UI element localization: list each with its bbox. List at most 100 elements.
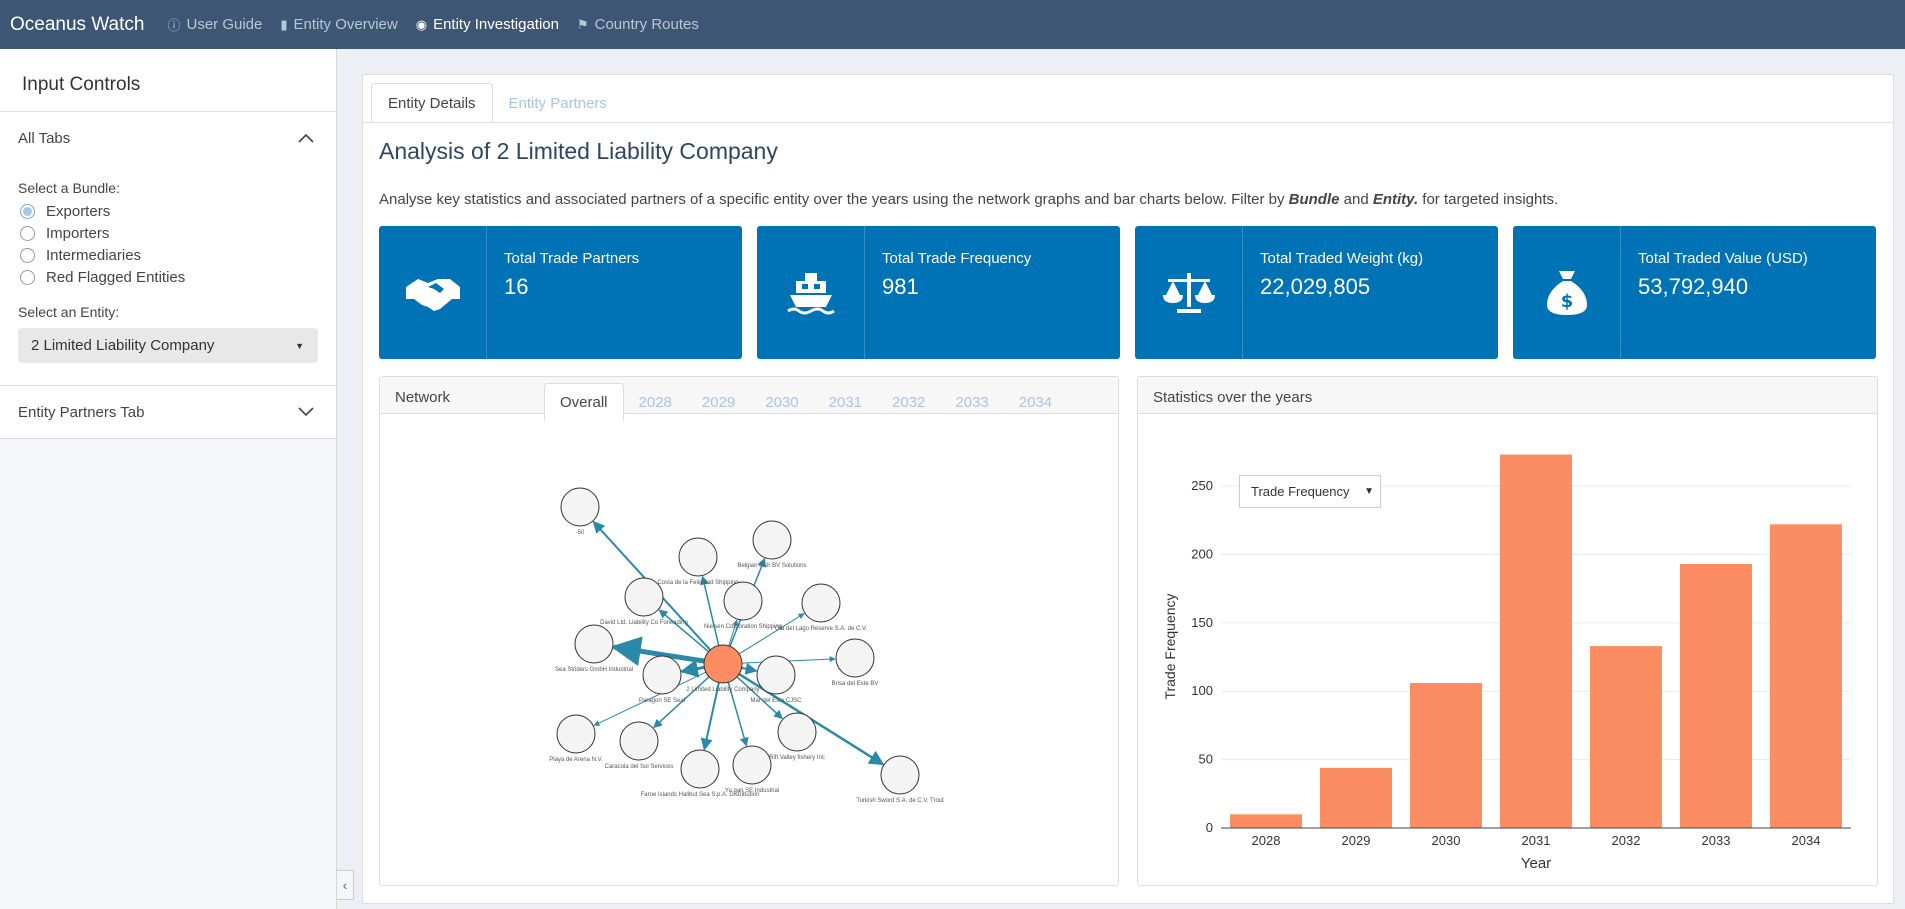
- info-circle-icon: ⓘ: [167, 18, 181, 33]
- nav-label: Entity Investigation: [433, 16, 559, 33]
- network-node[interactable]: [560, 487, 600, 527]
- network-node[interactable]: [801, 583, 841, 623]
- network-node[interactable]: [574, 624, 614, 664]
- card-trade-partners: Total Trade Partners 16: [379, 226, 742, 359]
- year-tab-2028[interactable]: 2028: [624, 383, 687, 421]
- x-axis-title: Year: [1521, 855, 1551, 872]
- year-tab-2030[interactable]: 2030: [750, 383, 813, 421]
- accordion-entity-partners-header[interactable]: Entity Partners Tab: [0, 386, 336, 438]
- radio-exporters[interactable]: Exporters: [18, 200, 318, 222]
- bar[interactable]: [1320, 767, 1392, 828]
- radio-importers[interactable]: Importers: [18, 222, 318, 244]
- network-node[interactable]: [619, 721, 659, 761]
- year-tabs: Overall 2028 2029 2030 2031 2032 2033 2034: [544, 383, 1067, 421]
- year-tab-overall[interactable]: Overall: [544, 383, 624, 421]
- bar[interactable]: [1590, 646, 1662, 828]
- network-node[interactable]: [723, 581, 763, 621]
- sidebar-collapse-button[interactable]: ‹: [337, 870, 354, 900]
- main-tabs: Entity Details Entity Partners: [371, 83, 623, 123]
- network-node-label: Paragon SE Seal: [639, 698, 685, 704]
- x-tick-label: 2034: [1792, 833, 1821, 848]
- card-value: 16: [504, 274, 529, 299]
- year-tab-2031[interactable]: 2031: [814, 383, 877, 421]
- main-panel: Entity Details Entity Partners Analysis …: [362, 74, 1894, 904]
- bar[interactable]: [1500, 454, 1572, 828]
- year-tab-2029[interactable]: 2029: [687, 383, 750, 421]
- chevron-down-icon: [298, 407, 314, 417]
- network-node[interactable]: [880, 755, 920, 795]
- radio-label: Importers: [46, 224, 110, 242]
- nav-country-routes[interactable]: ⚑ Country Routes: [568, 0, 708, 49]
- accordion-label: All Tabs: [18, 129, 71, 147]
- network-edge: [741, 662, 758, 675]
- entity-label: Select an Entity:: [18, 304, 120, 320]
- bar[interactable]: [1770, 524, 1842, 828]
- accordion-all-tabs: All Tabs Select a Bundle: Exporters Impo…: [0, 112, 336, 386]
- network-node[interactable]: [756, 655, 796, 695]
- radio-button[interactable]: [20, 247, 35, 263]
- network-graph[interactable]: -50 Costa de la Felicidad Shipping Belgian…: [380, 414, 1118, 884]
- year-tab-2034[interactable]: 2034: [1004, 383, 1067, 421]
- y-tick-label: 100: [1191, 683, 1213, 698]
- radio-button[interactable]: [20, 269, 35, 285]
- network-node-label: Turkish Sword S.A. de C.V. Trout: [856, 798, 944, 804]
- bar[interactable]: [1230, 814, 1302, 828]
- bar[interactable]: [1410, 683, 1482, 828]
- card-title: Total Trade Frequency: [882, 250, 1032, 267]
- nav-entity-overview[interactable]: ▮ Entity Overview: [271, 0, 406, 49]
- network-edge: [679, 659, 705, 678]
- network-node[interactable]: [835, 638, 875, 678]
- network-node[interactable]: [732, 745, 772, 785]
- card-title: Total Trade Partners: [504, 250, 640, 267]
- radio-intermediaries[interactable]: Intermediaries: [18, 244, 318, 266]
- radio-label: Red Flagged Entities: [46, 268, 186, 286]
- network-node[interactable]: [624, 577, 664, 617]
- tab-entity-details[interactable]: Entity Details: [371, 83, 493, 123]
- brand-title[interactable]: Oceanus Watch: [0, 14, 158, 36]
- network-node[interactable]: [752, 520, 792, 560]
- ship-icon: [757, 226, 865, 359]
- page-title: Analysis of 2 Limited Liability Company: [379, 138, 778, 164]
- balance-scale-icon: [1135, 226, 1243, 359]
- tab-entity-partners[interactable]: Entity Partners: [493, 83, 623, 123]
- caret-down-icon: ▼: [295, 340, 304, 351]
- accordion-label: Entity Partners Tab: [18, 403, 145, 421]
- metric-dropdown[interactable]: Trade Frequency ▼: [1239, 475, 1381, 508]
- accordion-entity-partners: Entity Partners Tab: [0, 386, 336, 439]
- card-traded-value: $ Total Traded Value (USD) 53,792,940: [1513, 226, 1876, 359]
- entity-select[interactable]: 2 Limited Liability Company ▼: [18, 328, 318, 363]
- y-tick-label: 0: [1206, 820, 1213, 835]
- x-tick-label: 2030: [1432, 833, 1461, 848]
- network-edge: [700, 575, 720, 646]
- accordion-all-tabs-header[interactable]: All Tabs: [0, 112, 336, 164]
- card-value: 981: [882, 274, 919, 299]
- nav-user-guide[interactable]: ⓘ User Guide: [158, 0, 271, 49]
- bar[interactable]: [1680, 564, 1752, 828]
- nav-entity-investigation[interactable]: ◉ Entity Investigation: [407, 0, 568, 49]
- year-tab-2033[interactable]: 2033: [940, 383, 1003, 421]
- radio-red-flagged[interactable]: Red Flagged Entities: [18, 266, 318, 288]
- year-tab-2032[interactable]: 2032: [877, 383, 940, 421]
- network-node[interactable]: [556, 714, 596, 754]
- network-box: Network Overall 2028 2029 2030 2031 2032 2033 2…: [379, 376, 1119, 886]
- network-node[interactable]: [777, 712, 817, 752]
- network-node-label: Caracola del Sol Services: [605, 764, 674, 770]
- network-node-label: Nielsen Corporation Shipping: [704, 624, 782, 630]
- radio-label: Intermediaries: [46, 246, 142, 264]
- network-node[interactable]: [680, 749, 720, 789]
- metric-dropdown-value: Trade Frequency: [1251, 484, 1350, 499]
- eye-icon: ◉: [415, 16, 428, 32]
- page-description: Analyse key statistics and associated pa…: [379, 191, 1558, 208]
- sidebar: Input Controls All Tabs Select a Bundle:…: [0, 49, 337, 909]
- network-node[interactable]: [642, 655, 682, 695]
- network-center-node[interactable]: [703, 644, 743, 684]
- desc-bundle: Bundle: [1288, 191, 1340, 208]
- network-node-label: Rift Valley fishery Inc: [769, 755, 825, 761]
- y-tick-label: 50: [1199, 752, 1213, 767]
- x-tick-label: 2033: [1702, 833, 1731, 848]
- stats-box: Statistics over the years 0 50 100 150 200 25…: [1137, 376, 1878, 886]
- radio-button[interactable]: [20, 203, 35, 219]
- network-node-label: Playa de Arena N.V.: [549, 757, 603, 763]
- radio-button[interactable]: [20, 225, 35, 241]
- network-node[interactable]: [678, 537, 718, 577]
